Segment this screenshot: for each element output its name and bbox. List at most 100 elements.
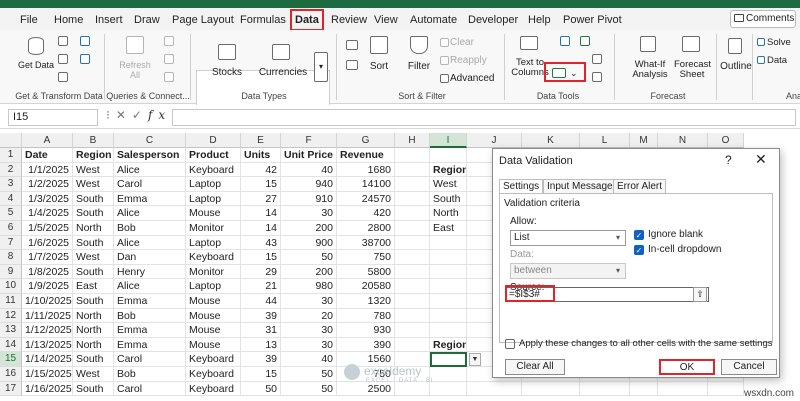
column-header-b[interactable]: B: [73, 133, 114, 148]
get-data-label[interactable]: Get Data: [16, 60, 56, 70]
name-box[interactable]: I15: [8, 109, 98, 126]
grid-cell[interactable]: [395, 148, 430, 163]
grid-cell[interactable]: 27: [241, 191, 281, 207]
existing-connections-icon[interactable]: [80, 54, 90, 64]
grid-cell[interactable]: 1/10/2025: [22, 294, 73, 309]
active-cell-i15[interactable]: [430, 352, 467, 367]
data-analysis-label[interactable]: Data: [767, 56, 787, 66]
grid-cell[interactable]: [395, 294, 430, 309]
grid-cell[interactable]: 44: [241, 294, 281, 309]
grid-cell[interactable]: 20: [281, 308, 337, 324]
cancel-button[interactable]: Cancel: [721, 359, 777, 375]
tab-settings[interactable]: Settings: [499, 179, 544, 194]
grid-cell[interactable]: [430, 381, 467, 397]
row-header[interactable]: 10: [0, 279, 22, 294]
grid-cell[interactable]: 1320: [337, 294, 395, 309]
enter-icon[interactable]: ✓: [132, 108, 148, 122]
ok-button[interactable]: OK: [659, 359, 715, 375]
grid-cell[interactable]: South: [73, 235, 114, 251]
row-header[interactable]: 14: [0, 337, 22, 353]
grid-cell[interactable]: 24570: [337, 191, 395, 207]
grid-cell[interactable]: North: [73, 308, 114, 324]
stocks-label[interactable]: Stocks: [205, 68, 249, 78]
grid-cell[interactable]: 30: [281, 337, 337, 353]
grid-cell[interactable]: 42: [241, 162, 281, 178]
database-icon[interactable]: [28, 37, 44, 55]
grid-cell[interactable]: West: [73, 177, 114, 192]
remove-duplicates-icon[interactable]: [580, 36, 590, 46]
column-header-g[interactable]: G: [337, 133, 395, 148]
grid-cell[interactable]: Carol: [114, 352, 186, 367]
forecast-sheet-icon[interactable]: [682, 36, 700, 52]
row-header[interactable]: 15: [0, 352, 22, 367]
filter-label[interactable]: Filter: [404, 62, 434, 72]
grid-cell[interactable]: 50: [241, 381, 281, 397]
grid-cell[interactable]: 200: [281, 221, 337, 236]
manage-data-model-icon[interactable]: [592, 72, 602, 82]
grid-cell[interactable]: 1/2/2025: [22, 177, 73, 192]
grid-cell[interactable]: Mouse: [186, 337, 241, 353]
grid-cell[interactable]: [630, 381, 658, 397]
refresh-all-label[interactable]: Refresh All: [114, 60, 156, 80]
grid-cell[interactable]: South: [73, 352, 114, 367]
row-header[interactable]: 5: [0, 206, 22, 221]
grid-cell[interactable]: 1680: [337, 162, 395, 178]
tab-input-message[interactable]: Input Message: [543, 179, 617, 194]
grid-cell[interactable]: Mouse: [186, 323, 241, 338]
grid-cell[interactable]: 38700: [337, 235, 395, 251]
cell-dropdown-arrow-icon[interactable]: ▼: [469, 353, 481, 367]
grid-cell[interactable]: West: [430, 177, 467, 192]
grid-cell[interactable]: 15: [241, 250, 281, 265]
row-header[interactable]: 1: [0, 148, 22, 163]
column-header-n[interactable]: N: [658, 133, 708, 148]
allow-select[interactable]: List ▾: [510, 230, 626, 246]
grid-cell[interactable]: Dan: [114, 250, 186, 265]
ignore-blank-checkbox[interactable]: ✓: [634, 230, 644, 240]
grid-cell[interactable]: 50: [281, 381, 337, 397]
grid-cell[interactable]: South: [73, 264, 114, 280]
grid-cell[interactable]: Mouse: [186, 308, 241, 324]
column-header-h[interactable]: H: [395, 133, 430, 148]
grid-cell[interactable]: Keyboard: [186, 352, 241, 367]
grid-cell[interactable]: Revenue: [337, 148, 395, 163]
grid-cell[interactable]: 15: [241, 177, 281, 192]
tab-data[interactable]: Data: [290, 9, 324, 31]
column-header-c[interactable]: C: [114, 133, 186, 148]
grid-cell[interactable]: Emma: [114, 294, 186, 309]
column-header-m[interactable]: M: [630, 133, 658, 148]
grid-cell[interactable]: 200: [281, 264, 337, 280]
grid-cell[interactable]: 30: [281, 206, 337, 221]
gallery-more-icon[interactable]: ▾: [314, 52, 328, 82]
tab-home[interactable]: Home: [54, 12, 83, 28]
row-header[interactable]: 3: [0, 177, 22, 192]
edit-links-icon[interactable]: [164, 72, 174, 82]
grid-cell[interactable]: West: [73, 367, 114, 382]
from-web-icon[interactable]: [58, 54, 68, 64]
close-icon[interactable]: ✕: [755, 151, 767, 168]
grid-cell[interactable]: Mouse: [186, 294, 241, 309]
grid-cell[interactable]: 30: [281, 323, 337, 338]
grid-cell[interactable]: West: [73, 162, 114, 178]
reapply-label[interactable]: Reapply: [450, 56, 487, 66]
column-header-f[interactable]: F: [281, 133, 337, 148]
grid-cell[interactable]: 31: [241, 323, 281, 338]
grid-cell[interactable]: 14100: [337, 177, 395, 192]
row-header[interactable]: 13: [0, 323, 22, 338]
grid-cell[interactable]: South: [73, 294, 114, 309]
grid-cell[interactable]: [395, 337, 430, 353]
grid-cell[interactable]: North: [73, 323, 114, 338]
grid-cell[interactable]: [430, 294, 467, 309]
grid-cell[interactable]: 900: [281, 235, 337, 251]
grid-cell[interactable]: Units: [241, 148, 281, 163]
grid-cell[interactable]: Product: [186, 148, 241, 163]
grid-cell[interactable]: 2800: [337, 221, 395, 236]
sort-z-a-icon[interactable]: [346, 60, 358, 70]
clear-icon[interactable]: [440, 38, 449, 47]
what-if-analysis-label[interactable]: What-If Analysis: [626, 60, 674, 80]
grid-cell[interactable]: 420: [337, 206, 395, 221]
row-header[interactable]: 16: [0, 367, 22, 382]
tab-automate[interactable]: Automate: [410, 12, 457, 28]
filter-icon[interactable]: [410, 36, 428, 54]
grid-cell[interactable]: 39: [241, 308, 281, 324]
column-header-l[interactable]: L: [580, 133, 630, 148]
